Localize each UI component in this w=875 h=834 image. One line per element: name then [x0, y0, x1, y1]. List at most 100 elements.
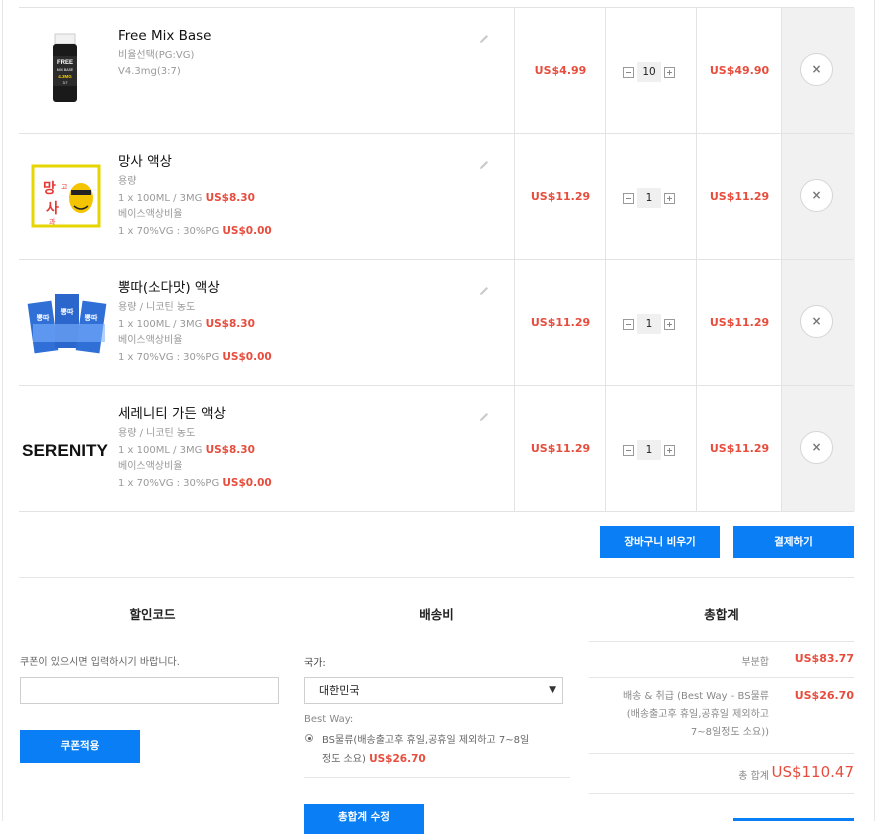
product-option: 1 x 70%VG : 30%PG US$0.00 — [118, 349, 478, 366]
option-price: US$8.30 — [205, 444, 255, 456]
close-icon: × — [811, 314, 822, 328]
coupon-input[interactable] — [20, 677, 279, 704]
product-option: 용량 / 니코틴 농도 — [118, 300, 478, 316]
remove-item-button[interactable]: × — [800, 179, 833, 212]
option-price: US$0.00 — [222, 225, 272, 237]
shipping-method-label: BS물류(배송출고후 휴일,공휴일 제외하고 7~8일 정도 소요) US$26… — [322, 731, 570, 769]
option-text: 용량 — [118, 176, 137, 187]
close-icon: × — [811, 188, 822, 202]
quantity-input[interactable]: 10 — [637, 62, 661, 82]
minus-icon[interactable] — [623, 66, 634, 78]
product-name[interactable]: Free Mix Base — [118, 28, 478, 45]
option-price: US$0.00 — [222, 351, 272, 363]
thumb-text: 뽕따 — [37, 313, 50, 322]
product-info: 망사 액상 용량 1 x 100ML / 3MG US$8.30 베이스액상비율… — [118, 154, 478, 240]
product-cell: 뽕따 뽕따 뽕따 뽕따(소다맛) 액상 용량 / 니코틴 농도 1 x 100M… — [19, 260, 514, 385]
plus-icon[interactable] — [664, 444, 675, 456]
minus-icon[interactable] — [623, 192, 634, 204]
product-info: 세레니티 가든 액상 용량 / 니코틴 농도 1 x 100ML / 3MG U… — [118, 406, 478, 492]
close-icon: × — [811, 62, 822, 76]
product-option: 1 x 70%VG : 30%PG US$0.00 — [118, 223, 478, 240]
product-name[interactable]: 망사 액상 — [118, 154, 478, 171]
country-label: 국가: — [304, 658, 326, 669]
divider — [589, 753, 854, 754]
empty-cart-button[interactable]: 장바구니 비우기 — [600, 526, 720, 558]
country-value: 대한민국 — [319, 684, 360, 697]
quantity-input[interactable]: 1 — [637, 188, 661, 208]
divider — [19, 577, 854, 578]
checkout-button[interactable]: 결제하기 — [733, 526, 854, 558]
plus-icon[interactable] — [664, 66, 675, 78]
coupon-hint: 쿠폰이 있으시면 입력하시기 바랍니다. — [20, 657, 180, 668]
product-option: 1 x 100ML / 3MG US$8.30 — [118, 442, 478, 459]
quantity-input[interactable]: 1 — [637, 314, 661, 334]
remove-item-button[interactable]: × — [800, 431, 833, 464]
product-option: 용량 — [118, 174, 478, 190]
option-price: US$8.30 — [205, 318, 255, 330]
plus-icon[interactable] — [664, 318, 675, 330]
shipping-method-price: US$26.70 — [369, 753, 426, 765]
subtotal-value: US$83.77 — [794, 652, 854, 665]
divider — [589, 793, 854, 794]
thumb-text: MIX BASE — [57, 68, 74, 72]
shipping-method-radio[interactable] — [305, 734, 313, 742]
price-cell: US$11.29 — [514, 134, 606, 259]
unit-price: US$11.29 — [530, 316, 591, 329]
cart-row: FREE MIX BASE 4.3MG 3:7 Free Mix Base 비율… — [19, 8, 855, 134]
pencil-icon[interactable] — [478, 408, 490, 421]
thumb-text: 3:7 — [63, 81, 68, 85]
product-thumbnail[interactable]: 망 고 사 과 — [19, 146, 114, 246]
product-info: 뽕따(소다맛) 액상 용량 / 니코틴 농도 1 x 100ML / 3MG U… — [118, 280, 478, 366]
quantity-input[interactable]: 1 — [637, 440, 661, 460]
minus-icon[interactable] — [623, 318, 634, 330]
option-text: 비율선택(PG:VG) — [118, 50, 195, 61]
total-label: 총 합계 — [738, 771, 769, 782]
price-cell: US$4.99 — [514, 8, 606, 133]
quantity-cell: 1 — [605, 134, 697, 259]
total-value: US$110.47 — [771, 763, 854, 781]
option-text: 1 x 100ML / 3MG — [118, 445, 203, 456]
line-subtotal: US$49.90 — [709, 64, 770, 77]
product-option: 1 x 100ML / 3MG US$8.30 — [118, 316, 478, 333]
shipping-method-text: 정도 소요) — [322, 754, 366, 765]
shipping-method-text: BS물류(배송출고후 휴일,공휴일 제외하고 7~8일 — [322, 735, 530, 746]
product-name[interactable]: 뽕따(소다맛) 액상 — [118, 280, 478, 297]
product-thumbnail[interactable]: 뽕따 뽕따 뽕따 — [19, 272, 114, 372]
unit-price: US$11.29 — [530, 190, 591, 203]
unit-price: US$11.29 — [530, 442, 591, 455]
shipping-handling-text: 배송 & 취급 (Best Way - BS물류 — [622, 691, 769, 702]
product-thumbnail[interactable]: FREE MIX BASE 4.3MG 3:7 — [19, 20, 114, 120]
coupon-title: 할인코드 — [129, 607, 176, 622]
thumb-text: FREE — [57, 60, 73, 66]
update-totals-button[interactable]: 총합계 수정 — [304, 804, 424, 834]
pencil-icon[interactable] — [478, 30, 490, 43]
quantity-stepper: 1 — [623, 440, 675, 460]
option-text: 1 x 100ML / 3MG — [118, 193, 203, 204]
shipping-handling-text: (배송출고후 휴일,공휴일 제외하고 — [626, 709, 769, 720]
price-cell: US$11.29 — [514, 260, 606, 385]
line-subtotal: US$11.29 — [709, 190, 770, 203]
shipping-method-heading: Best Way: — [304, 714, 354, 725]
product-name[interactable]: 세레니티 가든 액상 — [118, 406, 478, 423]
shipping-handling-text: 7~8일정도 소요)) — [690, 727, 769, 738]
thumb-text: 사 — [46, 201, 59, 217]
pencil-icon[interactable] — [478, 156, 490, 169]
quantity-stepper: 1 — [623, 188, 675, 208]
product-thumbnail[interactable]: SERENITY — [19, 398, 114, 498]
subtotal-cell: US$11.29 — [696, 386, 782, 511]
country-select[interactable]: 대한민국 ▼ — [304, 677, 563, 704]
totals-title: 총합계 — [704, 607, 739, 622]
plus-icon[interactable] — [664, 192, 675, 204]
subtotal-cell: US$11.29 — [696, 260, 782, 385]
remove-item-button[interactable]: × — [800, 53, 833, 86]
remove-item-button[interactable]: × — [800, 305, 833, 338]
quantity-stepper: 10 — [623, 62, 675, 82]
option-text: 1 x 70%VG : 30%PG — [118, 226, 220, 237]
minus-icon[interactable] — [623, 444, 634, 456]
quantity-stepper: 1 — [623, 314, 675, 334]
pencil-icon[interactable] — [478, 282, 490, 295]
option-text: V4.3mg(3:7) — [118, 66, 181, 77]
caret-down-icon: ▼ — [549, 685, 556, 695]
price-cell: US$11.29 — [514, 386, 606, 511]
apply-coupon-button[interactable]: 쿠폰적용 — [20, 730, 140, 763]
